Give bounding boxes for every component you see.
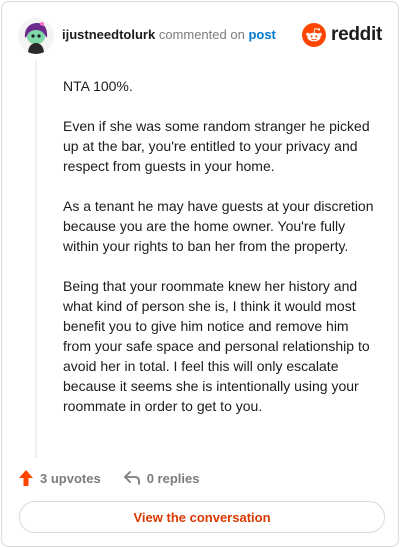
comment-header: ijustneedtolurk commented on post reddit <box>18 18 382 54</box>
post-link[interactable]: post <box>248 27 275 42</box>
comment-paragraph: As a tenant he may have guests at your d… <box>63 198 374 254</box>
comment-paragraph: Even if she was some random stranger he … <box>63 118 370 174</box>
comment-paragraph: NTA 100%. <box>63 78 133 94</box>
comment-card: ijustneedtolurk commented on post reddit… <box>1 1 399 547</box>
upvote-count: 3 upvotes <box>40 470 101 486</box>
reddit-wordmark: reddit <box>331 24 382 45</box>
upvote-button[interactable]: 3 upvotes <box>18 469 101 487</box>
reddit-logo-icon <box>302 23 327 47</box>
avatar-snoo-icon <box>18 18 54 54</box>
comment-body: NTA 100%. Even if she was some random st… <box>63 76 375 436</box>
upvote-arrow-icon <box>19 470 33 486</box>
comment-paragraph: Being that your roommate knew her histor… <box>63 278 370 414</box>
user-avatar[interactable] <box>18 18 54 54</box>
reddit-brand[interactable]: reddit <box>302 22 382 48</box>
comment-actions: 3 upvotes 0 replies <box>18 468 221 488</box>
reply-count: 0 replies <box>146 470 200 486</box>
view-conversation-button[interactable]: View the conversation <box>19 501 385 533</box>
thread-line[interactable] <box>35 60 37 458</box>
comment-meta: ijustneedtolurk commented on post <box>62 27 276 43</box>
username-link[interactable]: ijustneedtolurk <box>62 27 155 42</box>
reply-arrow-icon <box>123 471 140 485</box>
commented-on-text: commented on <box>158 27 245 42</box>
reply-button[interactable]: 0 replies <box>123 470 200 486</box>
